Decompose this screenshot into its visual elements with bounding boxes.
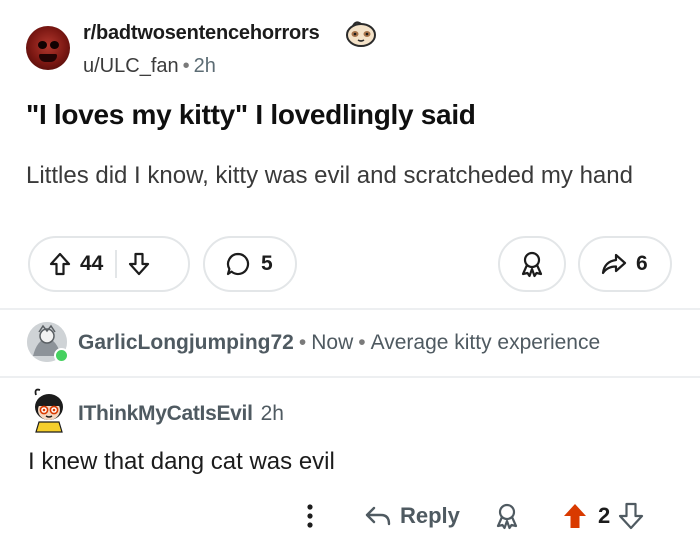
share-icon <box>601 253 627 275</box>
comment-2-text: I knew that dang cat was evil <box>28 448 335 475</box>
author-line: u/ULC_fan • 2h <box>83 55 216 77</box>
vote-divider <box>115 250 118 278</box>
reply-label: Reply <box>400 503 460 528</box>
vote-bar: 44 <box>28 236 190 292</box>
author-name[interactable]: u/ULC_fan <box>83 55 179 77</box>
upvote-count: 44 <box>80 252 104 275</box>
comment-count: 5 <box>261 252 273 275</box>
post-card: r/badtwosentencehorrors u/ULC_fan • 2h "I … <box>0 0 700 308</box>
comments-button[interactable]: 5 <box>203 236 297 292</box>
reply-button[interactable]: Reply <box>364 500 460 532</box>
post-title: "I loves my kitty" I lovedlingly said <box>26 99 476 130</box>
downvote-icon[interactable] <box>618 502 644 530</box>
more-options-button[interactable] <box>300 502 320 530</box>
comment-icon <box>226 252 250 276</box>
award-button[interactable] <box>498 236 566 292</box>
share-count: 6 <box>636 252 648 275</box>
award-button[interactable] <box>494 500 520 532</box>
post-time: 2h <box>193 55 216 77</box>
subreddit-name[interactable]: r/badtwosentencehorrors <box>83 22 320 45</box>
comment-2-username[interactable]: IThinkMyCatIsEvil <box>78 402 253 425</box>
downvote-icon[interactable] <box>127 251 151 277</box>
comment-2-header: IThinkMyCatIsEvil 2h <box>78 402 284 426</box>
comment-vote-bar: 2 <box>562 500 644 532</box>
commenter-avatar[interactable] <box>28 385 70 433</box>
award-icon <box>521 251 543 278</box>
award-icon <box>496 503 518 530</box>
sloth-icon <box>346 21 376 47</box>
subreddit-avatar[interactable] <box>26 26 70 70</box>
comment-2-time: 2h <box>260 402 284 425</box>
divider <box>0 376 700 378</box>
comment-1-header: GarlicLongjumping72 • Now • Average kitty ex… <box>78 331 601 354</box>
more-icon <box>307 504 313 528</box>
reply-icon <box>365 506 391 526</box>
upvote-icon[interactable] <box>562 502 588 530</box>
upvote-icon[interactable] <box>48 251 72 277</box>
divider <box>0 308 700 310</box>
comment-score: 2 <box>598 503 611 528</box>
comment-1-username[interactable]: GarlicLongjumping72 <box>78 331 294 354</box>
online-status-indicator <box>54 348 69 363</box>
share-button[interactable]: 6 <box>578 236 672 292</box>
comment-1-time: Now <box>311 331 354 354</box>
comment-1-text: Average kitty experience <box>370 331 601 354</box>
post-body: Littles did I know, kitty was evil and s… <box>26 162 633 189</box>
